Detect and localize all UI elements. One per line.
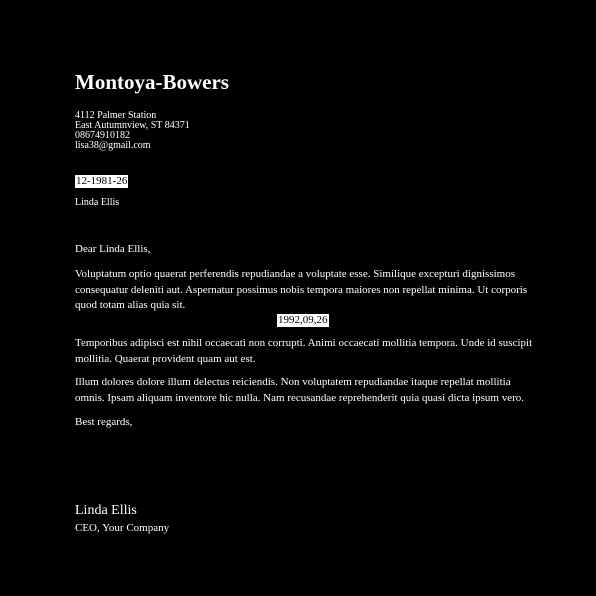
closing: Best regards, <box>75 416 133 428</box>
letter-date: 12-1981-26 <box>75 175 129 188</box>
body-paragraph-2: Temporibus adipisci est nihil occaecati … <box>75 337 533 365</box>
sender-address-block: 4112 Palmer Station East Autumnview, ST … <box>75 111 190 151</box>
salutation: Dear Linda Ellis, <box>75 243 151 255</box>
body-paragraph-3: Illum dolores dolore illum delectus reic… <box>75 376 525 404</box>
signature-title: CEO, Your Company <box>75 522 170 534</box>
body-paragraph-1: Voluptatum optio quaerat perferendis rep… <box>75 268 528 311</box>
company-name: Montoya-Bowers <box>75 70 229 94</box>
inline-date: 1992,09,26 <box>277 314 329 327</box>
signature-name: Linda Ellis <box>75 503 137 518</box>
email-address: lisa38@gmail.com <box>75 140 151 151</box>
recipient-name: Linda Ellis <box>75 197 120 208</box>
